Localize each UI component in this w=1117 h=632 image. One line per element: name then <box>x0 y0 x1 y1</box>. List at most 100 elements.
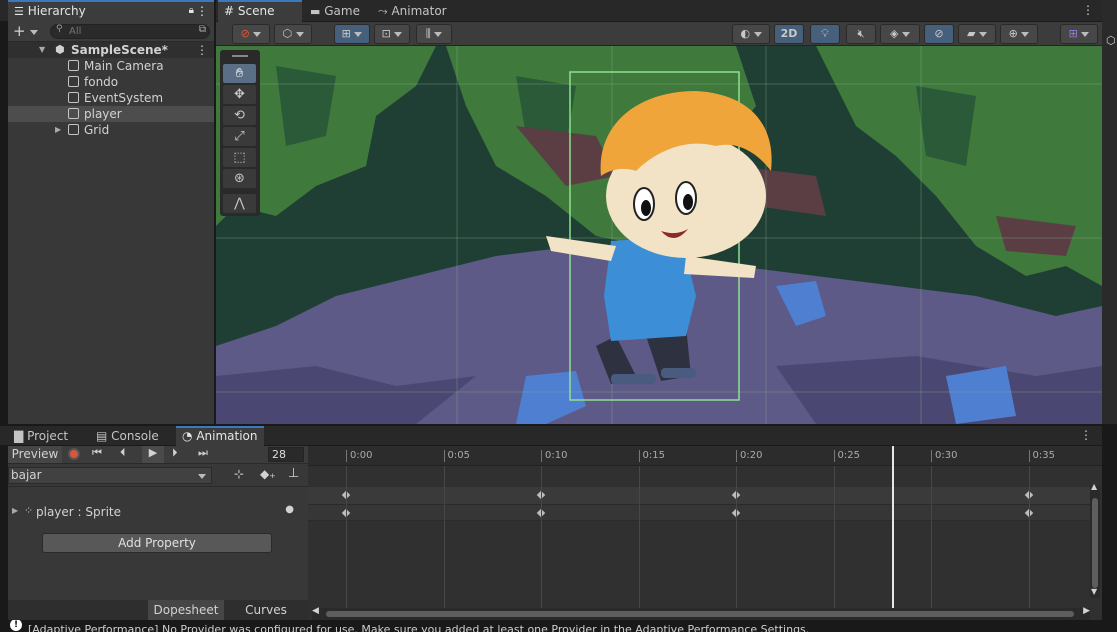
item-label: EventSystem <box>84 91 164 105</box>
search-scope-icon[interactable]: ⧉ <box>199 24 206 35</box>
property-options-icon[interactable]: ● <box>285 504 294 515</box>
vertical-scrollbar[interactable]: ▲ ▼ <box>1090 482 1100 598</box>
shading-mode-button[interactable]: ◐ <box>732 24 770 44</box>
last-keyframe-icon[interactable]: ⏭ <box>198 446 208 460</box>
animator-icon: ⤳ <box>378 4 388 18</box>
lock-icon[interactable]: 🔒︎ <box>189 2 194 20</box>
animation-controls: Preview ⏮ ⏴ ▶ ⏵ ⏭ <box>8 446 308 464</box>
foldout-arrow-icon[interactable]: ▼ <box>39 42 45 58</box>
tab-animator[interactable]: ⤳ Animator <box>372 0 453 22</box>
collapsed-panel-icon[interactable]: ⬡ <box>1106 34 1116 47</box>
tab-game[interactable]: ▬ Game <box>304 0 366 22</box>
mode-2d-button[interactable]: 2D <box>774 24 804 44</box>
preview-button[interactable]: Preview <box>8 446 62 463</box>
scene-more-icon[interactable]: ⋮ <box>196 42 208 58</box>
more-icon[interactable]: ⋮ <box>196 2 208 20</box>
tab-project[interactable]: ▇ Project <box>8 426 74 448</box>
play-icon[interactable]: ▶ <box>142 446 164 463</box>
audio-button[interactable]: 🔇︎ <box>846 24 876 44</box>
tab-console[interactable]: ▤ Console <box>90 426 165 448</box>
scene-more-icon[interactable]: ⋮ <box>1082 3 1094 17</box>
unity-scene-icon: ⬢ <box>55 43 65 56</box>
gizmos-button[interactable]: ⊕ <box>1000 24 1038 44</box>
tab-label: Animation <box>196 429 258 443</box>
first-keyframe-icon[interactable]: ⏮ <box>92 446 102 460</box>
hierarchy-search-field[interactable]: ⚲ ⧉ <box>50 24 210 39</box>
grid-icon: ⊞ <box>341 27 351 40</box>
record-icon[interactable] <box>68 448 80 460</box>
camera-button[interactable]: ▰ <box>958 24 996 44</box>
scroll-thumb[interactable] <box>1092 498 1098 588</box>
item-label: player <box>84 107 122 121</box>
scroll-right-icon[interactable]: ▶ <box>1083 606 1090 616</box>
frame-field[interactable] <box>268 447 304 462</box>
hierarchy-panel: + ⚲ ⧉ ▼ ⬢ SampleScene* ⋮ Main Camera fon… <box>8 22 214 424</box>
add-button[interactable]: + <box>13 22 26 40</box>
tab-animation[interactable]: ◔ Animation <box>176 426 264 446</box>
hierarchy-item-main-camera[interactable]: Main Camera <box>8 58 218 74</box>
gameobject-icon <box>68 108 79 119</box>
inspector-strip: ⬡ <box>1102 0 1117 424</box>
hierarchy-item-eventsystem[interactable]: EventSystem <box>8 90 218 106</box>
animation-more-icon[interactable]: ⋮ <box>1080 428 1092 442</box>
overlay-menu-button[interactable]: ⊞ <box>1060 24 1098 44</box>
scroll-up-icon[interactable]: ▲ <box>1091 482 1097 491</box>
animation-left-pane: Preview ⏮ ⏴ ▶ ⏵ ⏭ bajar ⊹ ◆₊ ⊥ ▶ ⁘ playe… <box>8 446 308 620</box>
timeline-ruler[interactable]: 0:00 0:05 0:10 0:15 0:20 0:25 0:30 0:35 <box>308 446 1102 466</box>
tab-scene[interactable]: # Scene <box>218 0 302 22</box>
grid-snap-button[interactable]: ⊞ <box>334 24 370 44</box>
overlay-icon: ⊞ <box>1068 27 1078 40</box>
ruler-button[interactable]: ⫼ <box>416 24 452 44</box>
playhead[interactable] <box>892 446 894 608</box>
clip-row: bajar ⊹ ◆₊ ⊥ <box>8 465 308 487</box>
next-keyframe-icon[interactable]: ⏵ <box>172 446 178 460</box>
curves-button[interactable]: Curves <box>228 600 304 620</box>
add-keyframe-icon[interactable]: ◆₊ <box>260 467 276 481</box>
palette-grip[interactable] <box>232 55 248 57</box>
move-tool-button[interactable]: ✥ <box>223 85 256 104</box>
property-row[interactable]: ▶ ⁘ player : Sprite ● <box>8 504 308 522</box>
hierarchy-item-grid[interactable]: ▶ Grid <box>8 122 218 138</box>
scale-tool-button[interactable]: ⤢ <box>223 127 256 146</box>
effects-button[interactable]: ◈ <box>880 24 920 44</box>
dopesheet-pane[interactable]: 0:00 0:05 0:10 0:15 0:20 0:25 0:30 0:35 ▲ ▼ ◀ ▶ <box>308 446 1102 620</box>
foldout-arrow-icon[interactable]: ▶ <box>12 506 18 515</box>
gizmo-object-button[interactable]: ⬡ <box>274 24 312 44</box>
clip-name: bajar <box>11 468 42 482</box>
horizontal-scrollbar[interactable]: ◀ ▶ <box>312 606 1090 620</box>
hierarchy-item-player[interactable]: player <box>8 106 214 122</box>
dopesheet-button[interactable]: Dopesheet <box>148 600 224 620</box>
ruler-label: 0:35 <box>1028 450 1055 462</box>
scroll-down-icon[interactable]: ▼ <box>1091 587 1097 596</box>
hidden-objects-button[interactable]: ⊘ <box>924 24 954 44</box>
hierarchy-toolbar: + ⚲ ⧉ <box>8 22 214 42</box>
hierarchy-search-input[interactable] <box>69 25 189 38</box>
lighting-button[interactable]: 💡︎ <box>810 24 840 44</box>
hand-tool-button[interactable]: ✋︎ <box>223 64 256 83</box>
scene-row[interactable]: ▼ ⬢ SampleScene* ⋮ <box>8 42 214 58</box>
add-property-button[interactable]: Add Property <box>42 533 272 553</box>
hierarchy-item-fondo[interactable]: fondo <box>8 74 218 90</box>
status-bar[interactable]: ! [Adaptive Performance] No Provider was… <box>0 620 1117 632</box>
foldout-arrow-icon[interactable]: ▶ <box>55 122 61 138</box>
add-dropdown-icon[interactable] <box>30 30 38 35</box>
filter-keyframes-icon[interactable]: ⊹ <box>234 467 244 481</box>
ruler-label: 0:05 <box>443 450 470 462</box>
grid-line <box>736 466 737 608</box>
custom-tool-button[interactable]: ⋀ <box>223 194 256 213</box>
rotate-tool-button[interactable]: ⟲ <box>223 106 256 125</box>
prev-keyframe-icon[interactable]: ⏴ <box>120 446 126 460</box>
grid-line <box>1028 466 1030 608</box>
ruler-label: 0:10 <box>541 450 567 462</box>
rect-tool-button[interactable]: ⬚ <box>223 148 256 167</box>
increment-snap-button[interactable]: ⊡ <box>374 24 410 44</box>
tab-hierarchy[interactable]: ☰ Hierarchy 🔒︎ ⋮ <box>8 0 214 22</box>
h-scroll-thumb[interactable] <box>326 611 1074 617</box>
clip-dropdown[interactable]: bajar <box>8 467 212 484</box>
scene-viewport[interactable]: ✋︎ ✥ ⟲ ⤢ ⬚ ⊛ ⋀ <box>216 46 1102 424</box>
add-event-icon[interactable]: ⊥ <box>288 466 299 481</box>
draw-mode-button[interactable]: ⊘ <box>232 24 270 44</box>
transform-tool-button[interactable]: ⊛ <box>223 169 256 188</box>
scroll-left-icon[interactable]: ◀ <box>312 606 319 616</box>
tab-label: Console <box>111 429 159 443</box>
